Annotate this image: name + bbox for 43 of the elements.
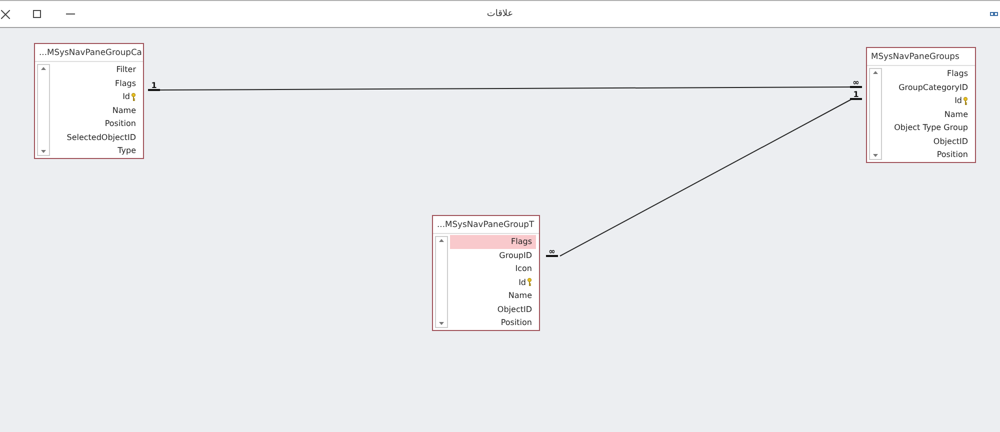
field-row[interactable]: ObjectID: [884, 134, 972, 148]
field-row[interactable]: Object Type Group: [884, 121, 972, 134]
scroll-down-icon[interactable]: [439, 322, 444, 324]
field-row[interactable]: Filter: [52, 63, 140, 76]
table-title[interactable]: MSysNavPaneGroups: [871, 51, 960, 61]
scrollbar[interactable]: [869, 68, 882, 160]
field-row[interactable]: Id: [884, 94, 972, 108]
window-title: علاقات: [486, 9, 514, 19]
field-row[interactable]: Flags: [884, 67, 972, 80]
table-title[interactable]: ...MSysNavPaneGroupT: [437, 219, 534, 229]
relationship-start-label: 1: [148, 82, 160, 91]
field-row[interactable]: Id: [52, 90, 140, 104]
maximize-icon[interactable]: [33, 10, 41, 18]
scroll-down-icon[interactable]: [41, 150, 46, 152]
relationship-start-label: ∞: [546, 248, 558, 257]
field-row[interactable]: Position: [884, 148, 972, 162]
scroll-up-icon[interactable]: [439, 239, 444, 242]
scroll-down-icon[interactable]: [873, 154, 878, 156]
field-row[interactable]: Name: [884, 108, 972, 121]
field-row[interactable]: Name: [52, 104, 140, 117]
field-row[interactable]: Name: [450, 289, 536, 302]
field-row[interactable]: Flags: [52, 76, 140, 90]
scrollbar[interactable]: [37, 64, 50, 156]
field-row[interactable]: ObjectID: [450, 302, 536, 316]
field-row[interactable]: Position: [52, 117, 140, 130]
relationship-end-label: ∞: [850, 79, 862, 88]
field-row[interactable]: Icon: [450, 262, 536, 276]
field-row[interactable]: Type: [52, 144, 140, 158]
field-row[interactable]: GroupID: [450, 248, 536, 262]
field-row[interactable]: Id: [450, 276, 536, 289]
field-row[interactable]: Position: [450, 316, 536, 330]
minimize-icon[interactable]: [66, 13, 74, 15]
field-row[interactable]: GroupCategoryID: [884, 80, 972, 94]
relationship-line[interactable]: [160, 86, 852, 90]
field-row[interactable]: SelectedObjectID: [52, 130, 140, 144]
scroll-up-icon[interactable]: [41, 67, 46, 70]
relationship-end-label: 1: [850, 91, 862, 100]
field-row[interactable]: Flags: [450, 235, 536, 248]
relationships-icon: [990, 11, 998, 17]
close-icon[interactable]: [0, 10, 10, 18]
table-title[interactable]: ...MSysNavPaneGroupCa: [39, 47, 142, 57]
scrollbar[interactable]: [435, 236, 448, 328]
scroll-up-icon[interactable]: [873, 71, 878, 74]
